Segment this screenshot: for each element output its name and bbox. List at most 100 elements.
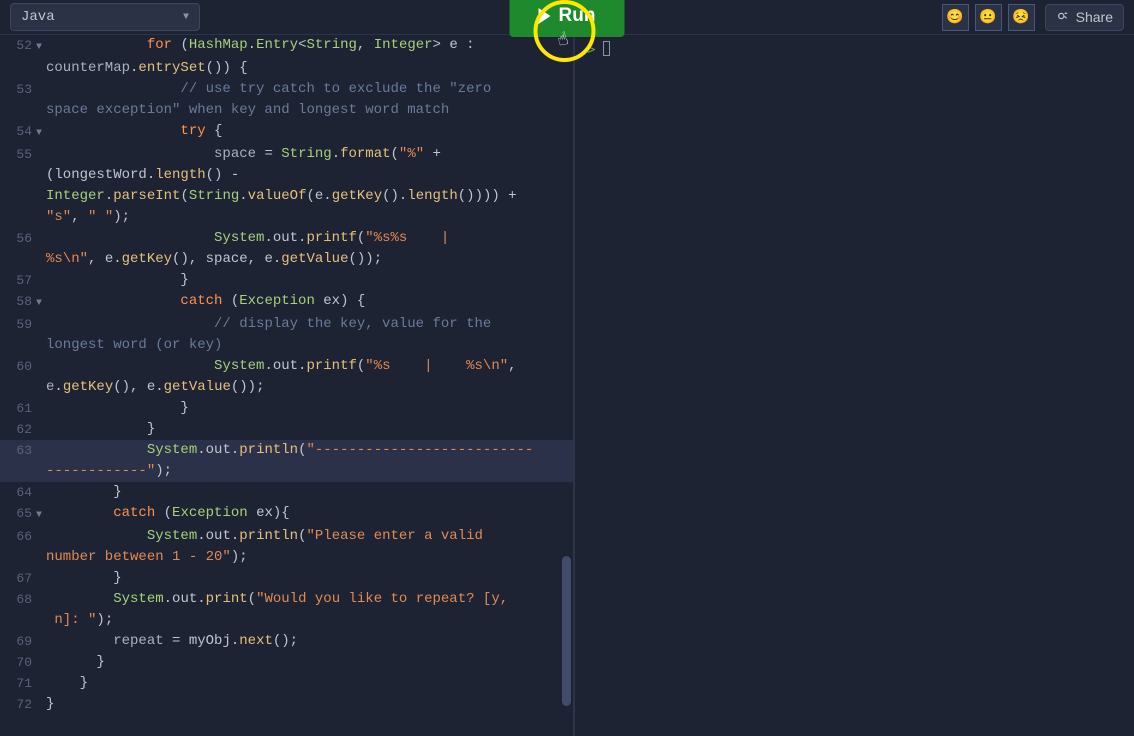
fold-icon bbox=[36, 100, 46, 102]
code-content: e.getKey(), e.getValue()); bbox=[46, 377, 573, 398]
line-number: 54 bbox=[0, 121, 36, 142]
code-content: counterMap.entrySet()) { bbox=[46, 58, 573, 79]
language-select[interactable]: Java ▼ bbox=[10, 3, 200, 31]
code-content: n]: "); bbox=[46, 610, 573, 631]
code-line[interactable]: 72} bbox=[0, 694, 573, 715]
code-line[interactable]: counterMap.entrySet()) { bbox=[0, 58, 573, 79]
code-line[interactable]: %s\n", e.getKey(), space, e.getValue()); bbox=[0, 249, 573, 270]
share-button[interactable]: Share bbox=[1045, 4, 1124, 31]
code-content: Integer.parseInt(String.valueOf(e.getKey… bbox=[46, 186, 573, 207]
share-label: Share bbox=[1076, 9, 1113, 25]
fold-icon bbox=[36, 440, 46, 442]
fold-icon bbox=[36, 377, 46, 379]
code-content: space exception" when key and longest wo… bbox=[46, 100, 573, 121]
code-line[interactable]: (longestWord.length() - bbox=[0, 165, 573, 186]
fold-icon bbox=[36, 356, 46, 358]
line-number: 53 bbox=[0, 79, 36, 100]
console-pane[interactable]: > bbox=[573, 35, 1134, 736]
code-content: } bbox=[46, 270, 573, 291]
line-number: 59 bbox=[0, 314, 36, 335]
line-number: 65 bbox=[0, 503, 36, 524]
fold-icon[interactable]: ▼ bbox=[36, 35, 46, 58]
console-prompt: > bbox=[587, 42, 595, 58]
code-line[interactable]: 58▼ catch (Exception ex) { bbox=[0, 291, 573, 314]
line-number: 52 bbox=[0, 35, 36, 56]
code-line[interactable]: 71 } bbox=[0, 673, 573, 694]
toolbar: Java ▼ Run ☝ 😊 😐 😣 Share bbox=[0, 0, 1134, 35]
code-content: } bbox=[46, 419, 573, 440]
line-number: 64 bbox=[0, 482, 36, 503]
code-line[interactable]: 70 } bbox=[0, 652, 573, 673]
code-line[interactable]: 52▼ for (HashMap.Entry<String, Integer> … bbox=[0, 35, 573, 58]
code-line[interactable]: ------------"); bbox=[0, 461, 573, 482]
code-content: number between 1 - 20"); bbox=[46, 547, 573, 568]
code-line[interactable]: 69 repeat = myObj.next(); bbox=[0, 631, 573, 652]
code-line[interactable]: 63 System.out.println("-----------------… bbox=[0, 440, 573, 461]
avatar[interactable]: 😊 bbox=[942, 4, 969, 31]
code-line[interactable]: n]: "); bbox=[0, 610, 573, 631]
line-number: 63 bbox=[0, 440, 36, 461]
line-number: 71 bbox=[0, 673, 36, 694]
line-number: 57 bbox=[0, 270, 36, 291]
fold-icon[interactable]: ▼ bbox=[36, 121, 46, 144]
code-content: longest word (or key) bbox=[46, 335, 573, 356]
avatar[interactable]: 😣 bbox=[1008, 4, 1035, 31]
line-number: 56 bbox=[0, 228, 36, 249]
code-line[interactable]: 67 } bbox=[0, 568, 573, 589]
fold-icon bbox=[36, 186, 46, 188]
code-line[interactable]: number between 1 - 20"); bbox=[0, 547, 573, 568]
code-line[interactable]: 65▼ catch (Exception ex){ bbox=[0, 503, 573, 526]
code-line[interactable]: 54▼ try { bbox=[0, 121, 573, 144]
code-content: } bbox=[46, 482, 573, 503]
code-line[interactable]: 61 } bbox=[0, 398, 573, 419]
code-content: %s\n", e.getKey(), space, e.getValue()); bbox=[46, 249, 573, 270]
scrollbar-thumb[interactable] bbox=[562, 556, 571, 706]
fold-icon bbox=[36, 673, 46, 675]
code-line[interactable]: 55 space = String.format("%" + bbox=[0, 144, 573, 165]
code-line[interactable]: space exception" when key and longest wo… bbox=[0, 100, 573, 121]
fold-icon bbox=[36, 314, 46, 316]
run-button[interactable]: Run bbox=[510, 0, 625, 37]
line-number: 62 bbox=[0, 419, 36, 440]
code-content: System.out.println("Please enter a valid bbox=[46, 526, 573, 547]
fold-icon bbox=[36, 482, 46, 484]
line-number: 70 bbox=[0, 652, 36, 673]
fold-icon bbox=[36, 461, 46, 463]
line-number: 66 bbox=[0, 526, 36, 547]
fold-icon bbox=[36, 589, 46, 591]
code-content: System.out.printf("%s%s | bbox=[46, 228, 573, 249]
code-line[interactable]: 60 System.out.printf("%s | %s\n", bbox=[0, 356, 573, 377]
fold-icon bbox=[36, 335, 46, 337]
code-content: } bbox=[46, 694, 573, 715]
code-line[interactable]: "s", " "); bbox=[0, 207, 573, 228]
fold-icon[interactable]: ▼ bbox=[36, 503, 46, 526]
code-content: repeat = myObj.next(); bbox=[46, 631, 573, 652]
avatars: 😊 😐 😣 bbox=[942, 4, 1035, 31]
code-editor[interactable]: 52▼ for (HashMap.Entry<String, Integer> … bbox=[0, 35, 573, 736]
code-line[interactable]: 66 System.out.println("Please enter a va… bbox=[0, 526, 573, 547]
code-content: System.out.println("--------------------… bbox=[46, 440, 573, 461]
line-number: 67 bbox=[0, 568, 36, 589]
fold-icon[interactable]: ▼ bbox=[36, 291, 46, 314]
code-line[interactable]: 62 } bbox=[0, 419, 573, 440]
code-line[interactable]: longest word (or key) bbox=[0, 335, 573, 356]
fold-icon bbox=[36, 526, 46, 528]
code-line[interactable]: Integer.parseInt(String.valueOf(e.getKey… bbox=[0, 186, 573, 207]
line-number: 58 bbox=[0, 291, 36, 312]
fold-icon bbox=[36, 631, 46, 633]
right-tools: 😊 😐 😣 Share bbox=[942, 4, 1124, 31]
line-number: 72 bbox=[0, 694, 36, 715]
code-content: for (HashMap.Entry<String, Integer> e : bbox=[46, 35, 573, 56]
code-content: } bbox=[46, 568, 573, 589]
code-content: } bbox=[46, 673, 573, 694]
code-line[interactable]: e.getKey(), e.getValue()); bbox=[0, 377, 573, 398]
code-line[interactable]: 53 // use try catch to exclude the "zero bbox=[0, 79, 573, 100]
fold-icon bbox=[36, 228, 46, 230]
code-line[interactable]: 64 } bbox=[0, 482, 573, 503]
code-line[interactable]: 59 // display the key, value for the bbox=[0, 314, 573, 335]
code-content: (longestWord.length() - bbox=[46, 165, 573, 186]
code-line[interactable]: 56 System.out.printf("%s%s | bbox=[0, 228, 573, 249]
code-line[interactable]: 57 } bbox=[0, 270, 573, 291]
code-line[interactable]: 68 System.out.print("Would you like to r… bbox=[0, 589, 573, 610]
avatar[interactable]: 😐 bbox=[975, 4, 1002, 31]
